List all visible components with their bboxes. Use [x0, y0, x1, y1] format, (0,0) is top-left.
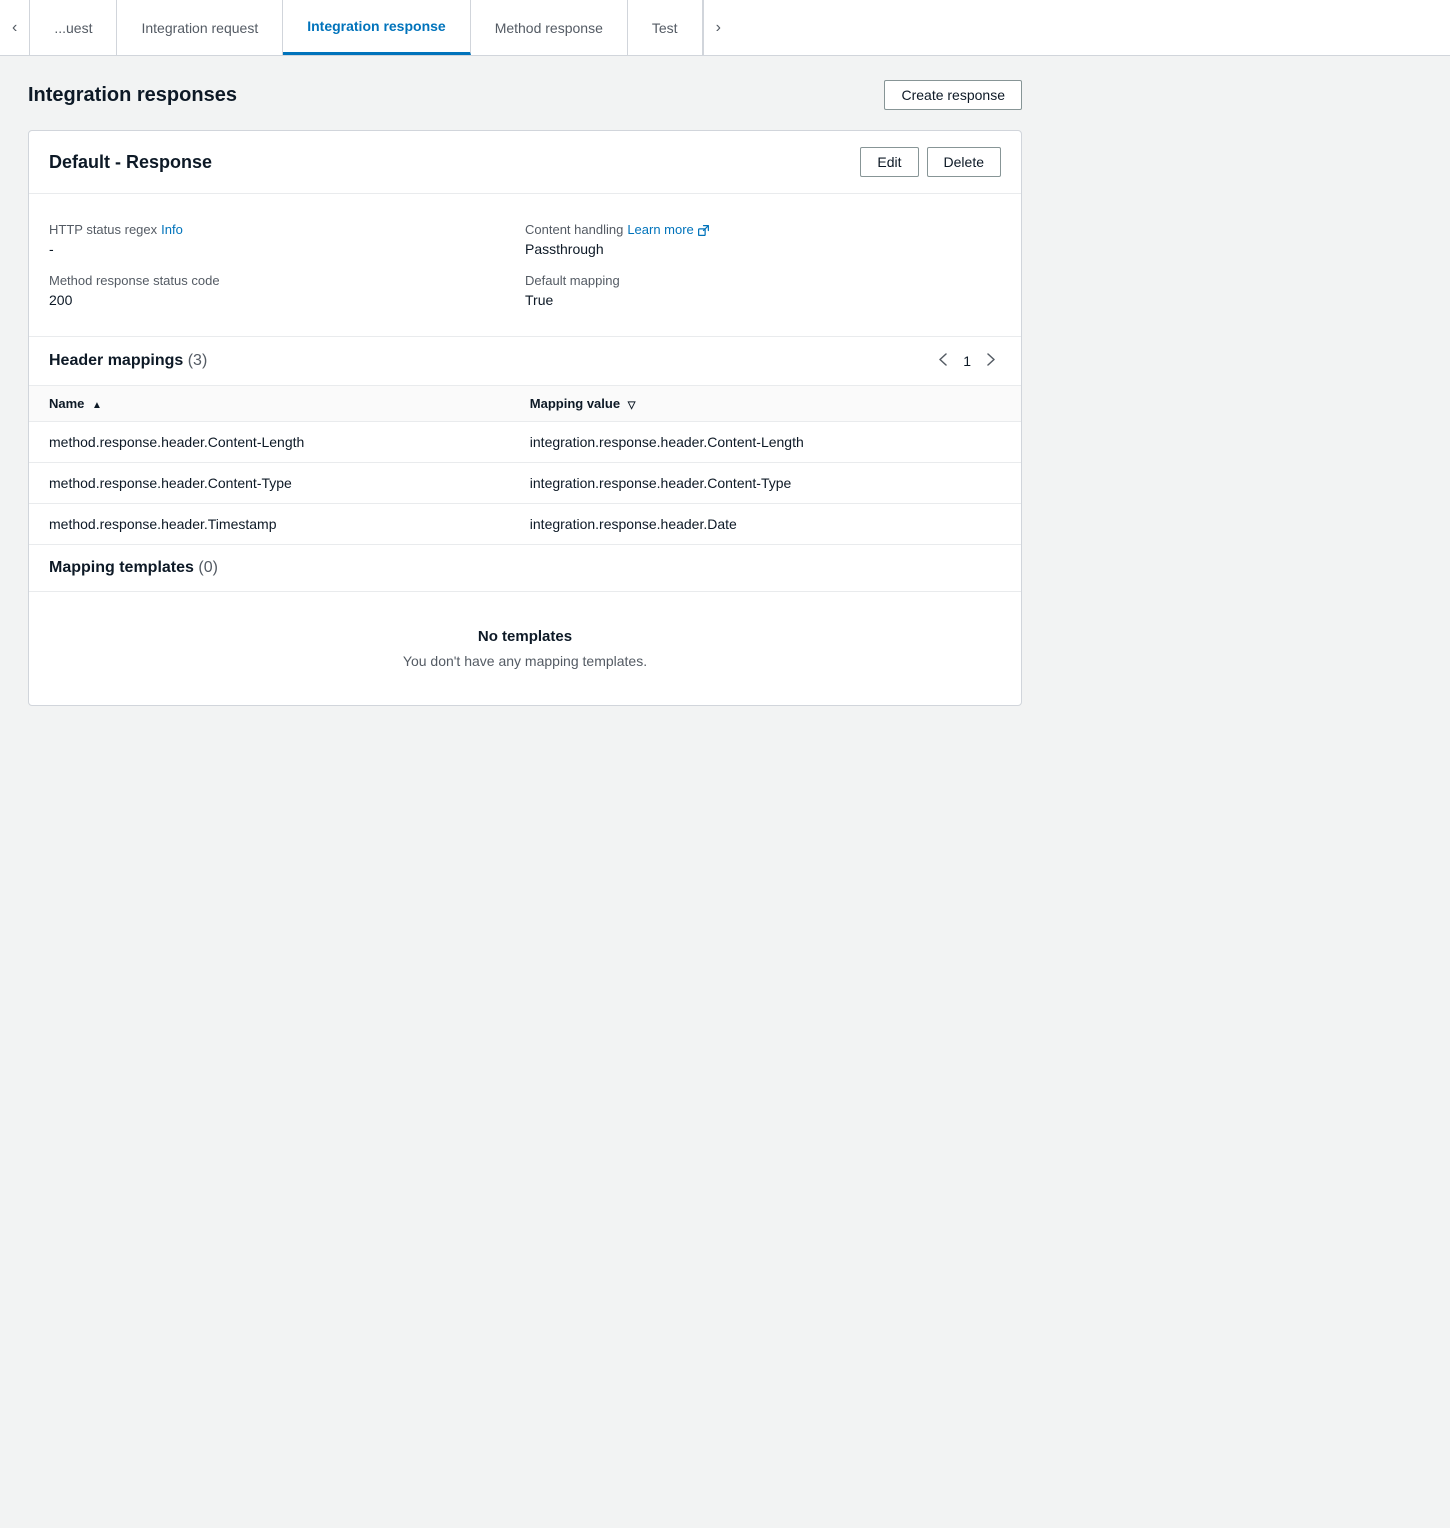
page-header: Integration responses Create response	[28, 80, 1022, 110]
method-response-status-code-value: 200	[49, 292, 513, 308]
chevron-right-icon	[987, 353, 995, 366]
header-mappings-section-header: Header mappings (3) 1	[29, 337, 1021, 386]
method-response-status-code-cell: Method response status code 200	[49, 265, 525, 316]
name-sort-icon: ▲	[92, 400, 102, 411]
pagination-page: 1	[963, 353, 971, 369]
pagination-prev-button[interactable]	[933, 351, 953, 371]
tab-integration-response[interactable]: Integration response	[283, 0, 470, 55]
default-mapping-label: Default mapping	[525, 273, 989, 288]
main-content: Integration responses Create response De…	[0, 56, 1050, 730]
method-response-status-code-label: Method response status code	[49, 273, 513, 288]
empty-state: No templates You don't have any mapping …	[29, 592, 1021, 705]
response-card: Default - Response Edit Delete HTTP stat…	[28, 130, 1022, 706]
name-column-header[interactable]: Name ▲	[29, 386, 510, 422]
pagination: 1	[933, 351, 1001, 371]
card-header: Default - Response Edit Delete	[29, 131, 1021, 194]
name-cell: method.response.header.Content-Type	[29, 463, 510, 504]
empty-state-title: No templates	[49, 628, 1001, 645]
tab-test[interactable]: Test	[628, 0, 703, 55]
content-handling-label: Content handling Learn more	[525, 222, 989, 237]
default-mapping-value: True	[525, 292, 989, 308]
http-status-info-link[interactable]: Info	[161, 222, 183, 237]
http-status-regex-cell: HTTP status regex Info -	[49, 214, 525, 265]
tab-next-arrow[interactable]: ›	[703, 0, 733, 55]
info-grid: HTTP status regex Info - Content handlin…	[29, 194, 1021, 337]
content-handling-cell: Content handling Learn more Passthrough	[525, 214, 1001, 265]
page-title: Integration responses	[28, 84, 237, 107]
mapping-value-cell: integration.response.header.Content-Leng…	[510, 422, 1021, 463]
name-cell: method.response.header.Content-Length	[29, 422, 510, 463]
mapping-value-cell: integration.response.header.Content-Type	[510, 463, 1021, 504]
mapping-templates-count: (0)	[198, 559, 218, 576]
name-cell: method.response.header.Timestamp	[29, 504, 510, 545]
card-title: Default - Response	[49, 152, 212, 173]
header-mappings-title: Header mappings (3)	[49, 352, 207, 370]
table-row: method.response.header.Timestampintegrat…	[29, 504, 1021, 545]
mapping-value-column-header[interactable]: Mapping value ▽	[510, 386, 1021, 422]
table-header-row: Name ▲ Mapping value ▽	[29, 386, 1021, 422]
empty-state-description: You don't have any mapping templates.	[49, 653, 1001, 669]
chevron-left-icon	[939, 353, 947, 366]
tab-method-response[interactable]: Method response	[471, 0, 628, 55]
mapping-templates-section-header: Mapping templates (0)	[29, 544, 1021, 592]
header-mappings-count: (3)	[188, 352, 208, 369]
content-handling-value: Passthrough	[525, 241, 989, 257]
external-link-icon	[697, 224, 710, 237]
table-row: method.response.header.Content-Lengthint…	[29, 422, 1021, 463]
tab-navigation: ‹ ...uest Integration request Integratio…	[0, 0, 1450, 56]
http-status-regex-label: HTTP status regex Info	[49, 222, 513, 237]
edit-button[interactable]: Edit	[860, 147, 918, 177]
tab-prev-arrow[interactable]: ‹	[0, 0, 30, 55]
tab-integration-request[interactable]: Integration request	[117, 0, 283, 55]
mapping-templates-title: Mapping templates (0)	[49, 559, 218, 577]
pagination-next-button[interactable]	[981, 351, 1001, 371]
create-response-button[interactable]: Create response	[884, 80, 1022, 110]
header-mappings-table: Name ▲ Mapping value ▽ method.response.h…	[29, 386, 1021, 544]
http-status-regex-value: -	[49, 241, 513, 257]
mapping-value-sort-icon: ▽	[628, 400, 636, 411]
content-handling-learn-more-link[interactable]: Learn more	[627, 222, 710, 237]
card-actions: Edit Delete	[860, 147, 1001, 177]
default-mapping-cell: Default mapping True	[525, 265, 1001, 316]
tab-method-request[interactable]: ...uest	[30, 0, 117, 55]
table-row: method.response.header.Content-Typeinteg…	[29, 463, 1021, 504]
mapping-value-cell: integration.response.header.Date	[510, 504, 1021, 545]
delete-button[interactable]: Delete	[927, 147, 1001, 177]
